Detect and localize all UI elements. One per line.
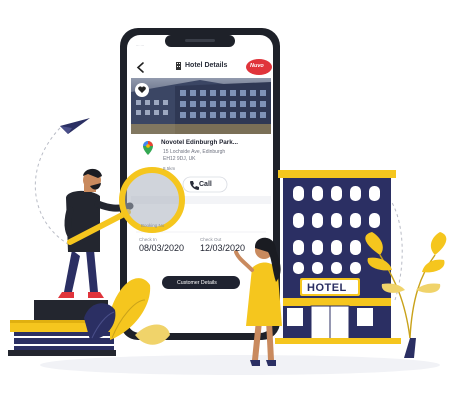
paper-plane-icon bbox=[60, 118, 90, 134]
checkin-date: 08/03/2020 bbox=[139, 243, 185, 253]
illustration-artwork bbox=[8, 28, 447, 375]
ground-shadow bbox=[40, 355, 440, 375]
hotel-name: Novotel Edinburgh Park... bbox=[161, 139, 238, 146]
man-with-magnifier bbox=[58, 168, 134, 298]
magnifier-icon bbox=[119, 167, 185, 233]
call-button-label[interactable]: Call bbox=[199, 181, 212, 188]
status-bar-dots: ··· ··· bbox=[136, 44, 144, 48]
hotel-address-line1: 15 Lochside Ave, Edinburgh bbox=[163, 149, 226, 155]
booking-number-label: Booking No bbox=[141, 223, 165, 228]
checkout-label: Check Out bbox=[200, 237, 222, 242]
hotel-app-illustration: ··· ··· Hotel Details Nuvo Novotel Edinb… bbox=[0, 0, 450, 400]
checkout-date: 12/03/2020 bbox=[200, 243, 246, 253]
hotel-sign-text: HOTEL bbox=[307, 282, 347, 294]
screen-title: Hotel Details bbox=[185, 62, 228, 69]
checkin-label: Check In bbox=[139, 237, 157, 242]
building-icon bbox=[176, 62, 181, 70]
hotel-building bbox=[275, 170, 401, 344]
hotel-address-line2: EH12 9DJ, UK bbox=[163, 156, 196, 162]
hotel-photo bbox=[131, 78, 271, 134]
hotel-distance: 8.5km bbox=[163, 166, 176, 171]
brand-label: Nuvo bbox=[250, 63, 264, 69]
customer-details-label[interactable]: Customer Details bbox=[177, 280, 217, 286]
